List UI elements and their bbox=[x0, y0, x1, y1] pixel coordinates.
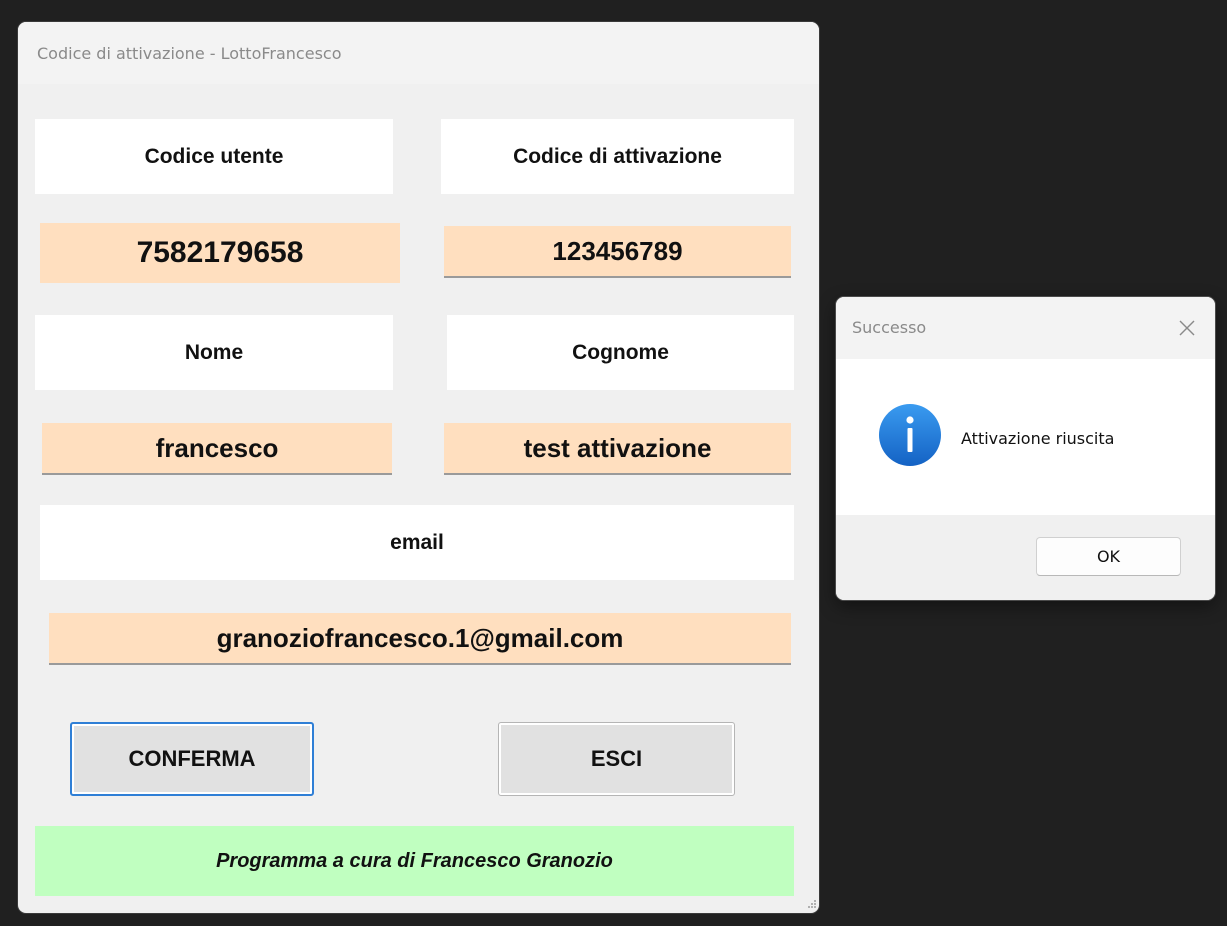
success-dialog: Successo Attivazione riuscita OK bbox=[836, 297, 1215, 600]
user-code-field[interactable]: 7582179658 bbox=[40, 223, 400, 283]
activation-window: Codice di attivazione - LottoFrancesco C… bbox=[18, 22, 819, 913]
dialog-footer: OK bbox=[836, 515, 1215, 600]
email-field[interactable]: granoziofrancesco.1@gmail.com bbox=[49, 613, 791, 665]
last-name-label: Cognome bbox=[447, 315, 794, 390]
resize-grip-icon[interactable] bbox=[803, 897, 817, 911]
first-name-field[interactable]: francesco bbox=[42, 423, 392, 475]
email-label: email bbox=[40, 505, 794, 580]
dialog-title: Successo bbox=[852, 318, 927, 337]
window-title: Codice di attivazione - LottoFrancesco bbox=[37, 44, 342, 63]
close-icon bbox=[1179, 320, 1195, 336]
dialog-body: Attivazione riuscita bbox=[836, 359, 1215, 515]
first-name-label: Nome bbox=[35, 315, 393, 390]
last-name-field[interactable]: test attivazione bbox=[444, 423, 791, 475]
confirm-button[interactable]: CONFERMA bbox=[70, 722, 314, 796]
info-icon bbox=[879, 404, 941, 466]
activation-code-label: Codice di attivazione bbox=[441, 119, 794, 194]
exit-button[interactable]: ESCI bbox=[498, 722, 735, 796]
window-titlebar[interactable]: Codice di attivazione - LottoFrancesco bbox=[18, 22, 819, 84]
credits-footer: Programma a cura di Francesco Granozio bbox=[35, 826, 794, 896]
dialog-titlebar[interactable]: Successo bbox=[836, 297, 1215, 359]
close-button[interactable] bbox=[1159, 297, 1215, 359]
ok-button[interactable]: OK bbox=[1036, 537, 1181, 576]
dialog-message: Attivazione riuscita bbox=[961, 429, 1115, 448]
user-code-label: Codice utente bbox=[35, 119, 393, 194]
activation-code-field[interactable]: 123456789 bbox=[444, 226, 791, 278]
